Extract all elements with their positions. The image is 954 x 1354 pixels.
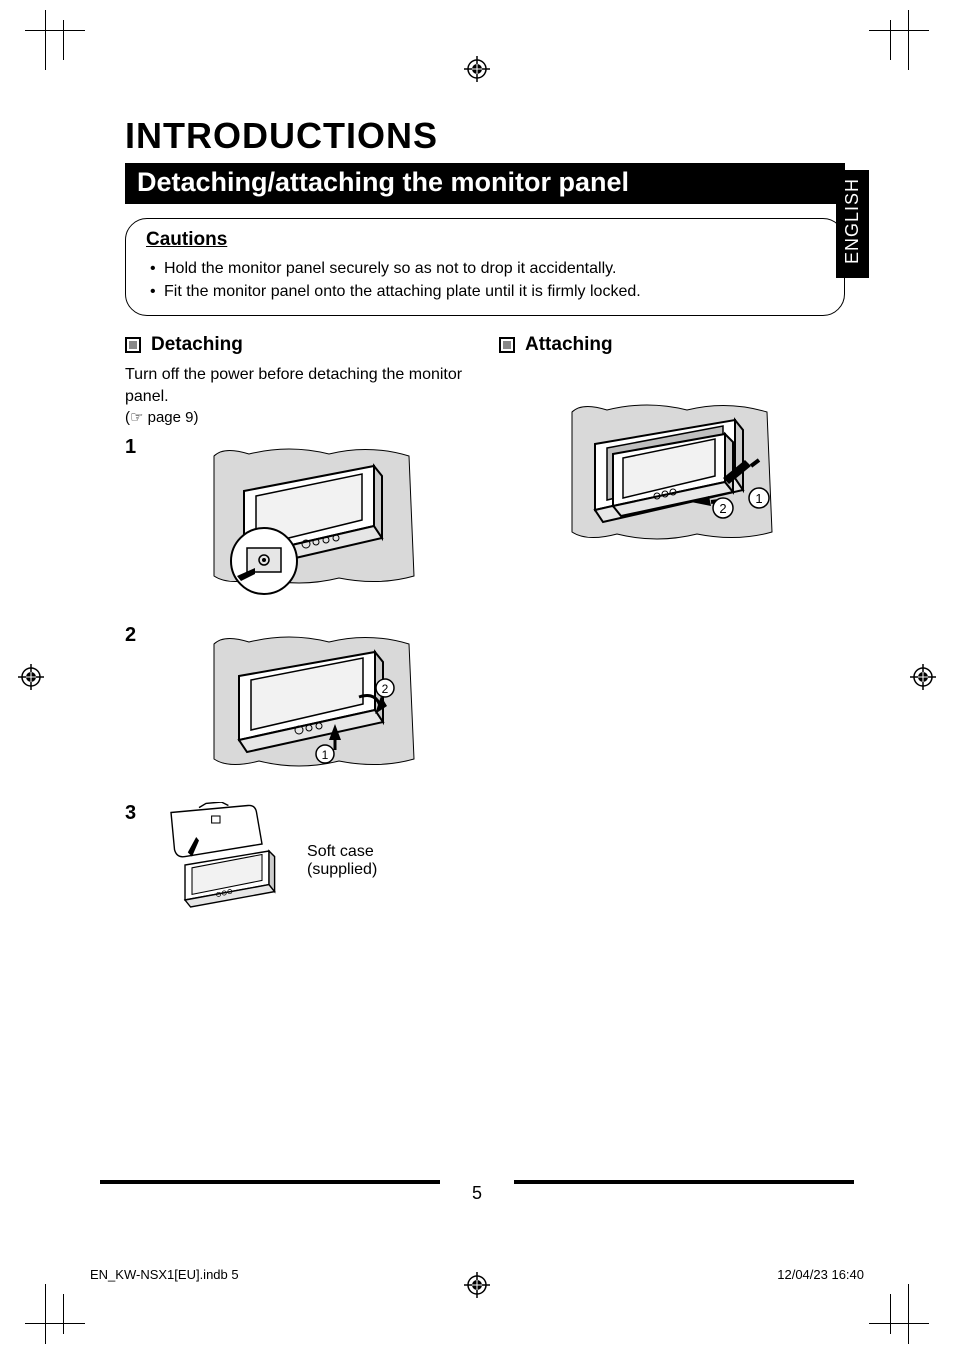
footer-rule	[514, 1180, 854, 1184]
caution-item: Fit the monitor panel onto the attaching…	[150, 280, 824, 303]
footer-rule	[100, 1180, 440, 1184]
crop-mark-icon	[869, 1284, 929, 1344]
detaching-column: Detaching Turn off the power before deta…	[125, 334, 471, 920]
step-number: 2	[125, 624, 143, 784]
footer-file: EN_KW-NSX1[EU].indb 5	[90, 1267, 239, 1282]
registration-mark-icon	[18, 664, 44, 690]
square-bullet-icon	[125, 337, 141, 353]
cautions-box: Cautions Hold the monitor panel securely…	[125, 218, 845, 316]
page-reference: (☞ page 9)	[125, 408, 471, 426]
registration-mark-icon	[464, 56, 490, 82]
detaching-intro: Turn off the power before detaching the …	[125, 364, 471, 407]
caution-item: Hold the monitor panel securely so as no…	[150, 257, 824, 280]
detaching-figure-1	[209, 436, 419, 606]
crop-mark-icon	[869, 10, 929, 70]
section-subtitle: Detaching/attaching the monitor panel	[125, 163, 845, 204]
attaching-column: Attaching	[499, 334, 845, 920]
detaching-figure-3: Soft case (supplied)	[157, 802, 417, 921]
svg-text:1: 1	[755, 491, 762, 506]
page-title: INTRODUCTIONS	[125, 115, 845, 157]
svg-text:2: 2	[719, 501, 726, 516]
detaching-heading: Detaching	[151, 334, 243, 356]
registration-mark-icon	[910, 664, 936, 690]
soft-case-label: Soft case (supplied)	[307, 843, 417, 879]
attaching-figure: 1 2	[567, 392, 777, 562]
footer-timestamp: 12/04/23 16:40	[777, 1267, 864, 1282]
cautions-heading: Cautions	[146, 229, 824, 251]
step-number: 1	[125, 436, 143, 606]
step-number: 3	[125, 802, 143, 921]
detaching-figure-2: 1 2	[209, 624, 419, 784]
crop-mark-icon	[25, 1284, 85, 1344]
svg-text:2: 2	[382, 682, 389, 696]
square-bullet-icon	[499, 337, 515, 353]
crop-mark-icon	[25, 10, 85, 70]
page-number: 5	[472, 1183, 482, 1204]
svg-text:1: 1	[322, 748, 329, 762]
attaching-heading: Attaching	[525, 334, 613, 356]
